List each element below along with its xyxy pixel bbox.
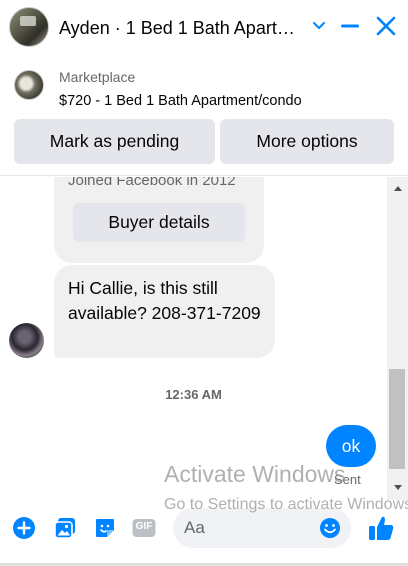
scrollbar[interactable] xyxy=(387,177,408,500)
joined-facebook-text: Joined Facebook in 2012 xyxy=(68,177,236,189)
chat-header: Ayden · 1 Bed 1 Bath Apart… xyxy=(0,0,408,54)
photo-icon[interactable] xyxy=(52,515,78,541)
buyer-details-button[interactable]: Buyer details xyxy=(73,203,245,242)
marketplace-listing: Marketplace $720 - 1 Bed 1 Bath Apartmen… xyxy=(0,54,408,176)
message-thread: Joined Facebook in 2012 Buyer details Hi… xyxy=(0,177,408,500)
outgoing-message-bubble: ok xyxy=(326,425,376,467)
message-input[interactable] xyxy=(184,514,312,542)
gif-icon[interactable]: GIF xyxy=(131,515,157,541)
incoming-message-bubble: Hi Callie, is this still available? 208-… xyxy=(54,265,275,358)
mark-as-pending-button[interactable]: Mark as pending xyxy=(14,119,215,164)
message-timestamp: 12:36 AM xyxy=(165,387,222,402)
seller-info-card: Joined Facebook in 2012 Buyer details xyxy=(54,177,264,263)
chevron-down-icon[interactable] xyxy=(305,12,333,40)
scroll-down-arrow-icon[interactable] xyxy=(387,480,408,494)
chat-title[interactable]: Ayden · 1 Bed 1 Bath Apart… xyxy=(59,18,304,39)
more-options-button[interactable]: More options xyxy=(220,119,394,164)
close-icon[interactable] xyxy=(372,12,400,40)
sender-avatar[interactable] xyxy=(9,323,44,358)
scroll-up-arrow-icon[interactable] xyxy=(387,181,408,195)
plus-icon[interactable] xyxy=(11,515,37,541)
contact-avatar[interactable] xyxy=(9,7,49,47)
gif-label: GIF xyxy=(135,521,153,532)
sent-status: Sent xyxy=(334,472,361,487)
listing-source: Marketplace xyxy=(59,69,136,85)
like-icon[interactable] xyxy=(366,513,396,543)
sticker-icon[interactable] xyxy=(92,515,118,541)
listing-title[interactable]: $720 - 1 Bed 1 Bath Apartment/condo xyxy=(59,93,302,109)
scrollbar-thumb[interactable] xyxy=(389,369,405,469)
emoji-icon[interactable] xyxy=(318,516,342,540)
minimize-icon[interactable] xyxy=(336,12,364,40)
listing-thumbnail[interactable] xyxy=(14,70,44,100)
message-composer: GIF xyxy=(0,500,408,566)
message-input-wrapper xyxy=(173,508,351,548)
